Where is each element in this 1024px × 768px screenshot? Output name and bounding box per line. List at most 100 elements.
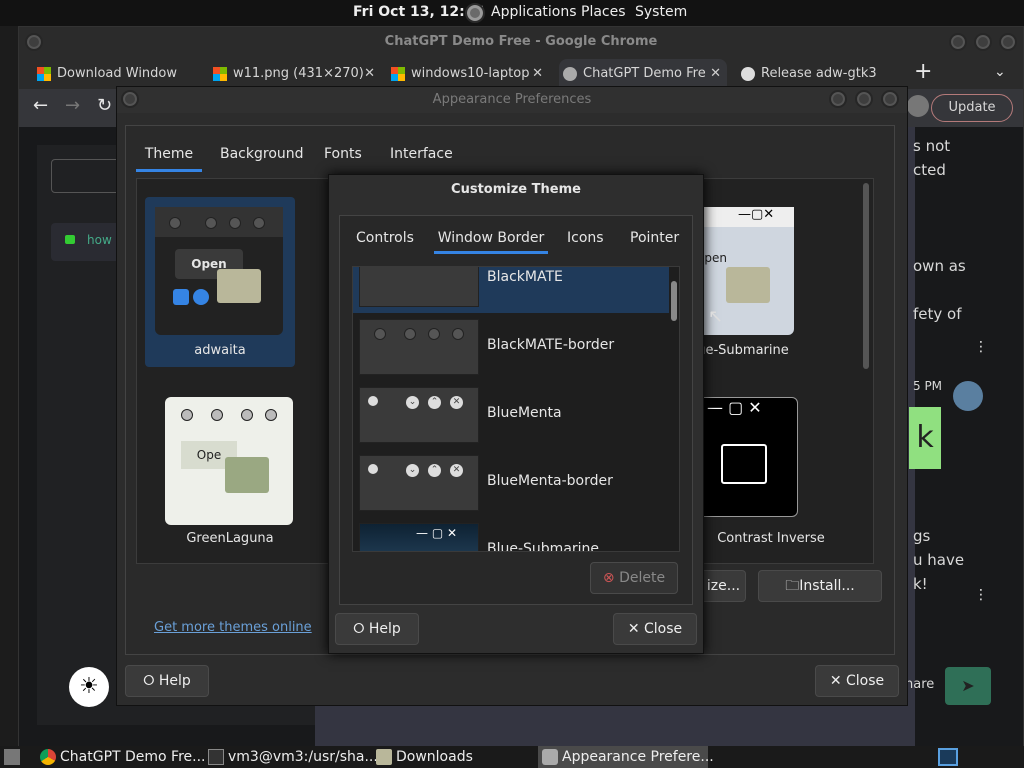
border-item-blue-submarine[interactable]: — ▢ ✕ Blue-Submarine — [353, 517, 669, 551]
send-icon[interactable]: ➤ — [945, 667, 991, 705]
customize-theme-dialog: Customize Theme Controls Window Border I… — [328, 174, 704, 654]
minimize-icon[interactable] — [829, 90, 847, 108]
button-label: Help — [158, 673, 191, 689]
preview-window-buttons: — ▢ ✕ — [707, 398, 762, 417]
chat-text: gs — [913, 527, 931, 545]
delete-icon: ⊗ — [602, 570, 620, 586]
theme-item-blue-submarine[interactable]: —▢✕ Open ue-Submarine — [682, 197, 832, 367]
task-terminal[interactable]: vm3@vm3:/usr/sha... — [204, 746, 378, 768]
reload-icon[interactable]: ↻ — [97, 95, 112, 116]
theme-item-contrast-inverse[interactable]: — ▢ ✕ Contrast Inverse — [682, 387, 832, 557]
theme-preview: Open — [155, 207, 283, 335]
more-options-icon[interactable]: ⋮ — [974, 339, 988, 355]
theme-name: Contrast Inverse — [717, 531, 825, 546]
theme-item-greenlaguna[interactable]: Ope GreenLaguna — [155, 387, 305, 557]
border-preview: ⌄ ⌃ ✕ — [359, 387, 479, 443]
minimize-icon[interactable] — [949, 33, 967, 51]
chevron-down-icon[interactable]: ⌄ — [994, 57, 1006, 87]
border-list-scrollbar[interactable] — [671, 281, 677, 321]
chat-text: own as — [913, 257, 966, 275]
browser-tab[interactable]: Release adw-gtk3 — [737, 59, 907, 89]
more-options-icon[interactable]: ⋮ — [974, 587, 988, 603]
task-downloads[interactable]: Downloads — [372, 746, 532, 768]
border-item-blackmate-border[interactable]: BlackMATE-border — [353, 313, 669, 381]
tab-label: ChatGPT Demo Fre — [583, 66, 706, 81]
window-menu-icon[interactable] — [121, 90, 139, 108]
border-item-blackmate[interactable]: BlackMATE — [353, 267, 669, 313]
tab-interface[interactable]: Interface — [390, 136, 453, 172]
help-button[interactable]: ⭘ Help — [125, 665, 209, 697]
close-window-icon[interactable] — [881, 90, 899, 108]
folder-icon — [721, 444, 767, 484]
share-button[interactable]: hare — [905, 677, 934, 692]
tab-close-icon[interactable]: ✕ — [710, 59, 721, 89]
back-icon[interactable]: ← — [33, 95, 48, 116]
maximize-icon: ⌃ — [428, 396, 441, 409]
chat-text: s not — [913, 137, 951, 155]
browser-tab[interactable]: w11.png (431×270) ✕ — [209, 59, 381, 89]
window-menu-icon[interactable] — [25, 33, 43, 51]
mate-menu-icon[interactable] — [465, 3, 485, 23]
tab-controls[interactable]: Controls — [356, 222, 414, 254]
tab-fonts[interactable]: Fonts — [324, 136, 362, 172]
theme-scrollbar[interactable] — [863, 183, 869, 369]
border-item-bluementa-border[interactable]: ⌄ ⌃ ✕ BlueMenta-border — [353, 449, 669, 517]
task-label: ChatGPT Demo Fre... — [60, 749, 206, 765]
globe-icon — [563, 67, 577, 81]
task-appearance[interactable]: Appearance Prefere... — [538, 746, 714, 768]
border-item-bluementa[interactable]: ⌄ ⌃ ✕ BlueMenta — [353, 381, 669, 449]
browser-tab[interactable]: Download Window — [33, 59, 197, 89]
theme-preview: Ope — [165, 397, 293, 525]
menu-places[interactable]: Places — [581, 4, 626, 20]
maximize-icon: ⌃ — [428, 464, 441, 477]
windows-logo-icon — [37, 67, 51, 81]
preview-window-buttons: —▢✕ — [738, 207, 775, 222]
button-label: Close — [644, 621, 683, 637]
customize-button[interactable]: ize... — [702, 570, 746, 602]
browser-tab-active[interactable]: ChatGPT Demo Fre ✕ — [559, 59, 727, 89]
theme-toggle-icon[interactable]: ☀ — [69, 667, 109, 707]
theme-item-adwaita[interactable]: Open adwaita — [145, 197, 295, 367]
radio-icon — [193, 289, 209, 305]
close-button[interactable]: ✕ Close — [613, 613, 697, 645]
workspace-switcher[interactable] — [938, 748, 958, 766]
tab-pointer[interactable]: Pointer — [630, 222, 679, 254]
terminal-icon — [208, 749, 224, 765]
forward-icon[interactable]: → — [65, 95, 80, 116]
profile-avatar[interactable] — [907, 95, 929, 117]
install-button[interactable]: 🗀Install... — [758, 570, 882, 602]
tab-label: windows10-laptop — [411, 66, 530, 81]
new-tab-icon[interactable]: + — [914, 57, 932, 87]
maximize-icon[interactable] — [855, 90, 873, 108]
customize-notebook: Controls Window Border Icons Pointer Bla… — [339, 215, 693, 605]
help-button[interactable]: ⭘ Help — [335, 613, 419, 645]
update-button[interactable]: Update — [931, 94, 1013, 122]
chrome-titlebar[interactable]: ChatGPT Demo Free - Google Chrome — [19, 27, 1023, 57]
bot-avatar-icon — [953, 381, 983, 411]
close-button[interactable]: ✕ Close — [815, 665, 899, 697]
tab-label: Download Window — [57, 66, 178, 81]
delete-button[interactable]: ⊗ Delete — [590, 562, 678, 594]
tab-close-icon[interactable]: ✕ — [364, 59, 375, 89]
appearance-titlebar[interactable]: Appearance Preferences — [117, 87, 907, 113]
maximize-icon[interactable] — [974, 33, 992, 51]
tab-background[interactable]: Background — [220, 136, 304, 172]
window-title: ChatGPT Demo Free - Google Chrome — [384, 34, 658, 49]
show-desktop-icon[interactable] — [4, 749, 20, 765]
menu-applications[interactable]: Applications — [491, 4, 577, 20]
preview-dot — [253, 217, 265, 229]
task-chrome[interactable]: ChatGPT Demo Fre... — [36, 746, 206, 768]
close-window-icon[interactable] — [999, 33, 1017, 51]
tab-label: Release adw-gtk3 — [761, 66, 877, 81]
preview-dot — [404, 328, 416, 340]
message-text: k — [916, 420, 934, 455]
menu-system[interactable]: System — [635, 4, 687, 20]
get-more-themes-link[interactable]: Get more themes online — [154, 620, 312, 635]
tab-icons[interactable]: Icons — [567, 222, 604, 254]
tab-close-icon[interactable]: ✕ — [532, 59, 543, 89]
tab-theme[interactable]: Theme — [136, 136, 202, 172]
browser-tab[interactable]: windows10-laptop ✕ — [387, 59, 549, 89]
bottom-taskbar: ChatGPT Demo Fre... vm3@vm3:/usr/sha... … — [0, 746, 1024, 768]
tab-window-border[interactable]: Window Border — [434, 222, 548, 254]
preview-dot — [452, 328, 464, 340]
